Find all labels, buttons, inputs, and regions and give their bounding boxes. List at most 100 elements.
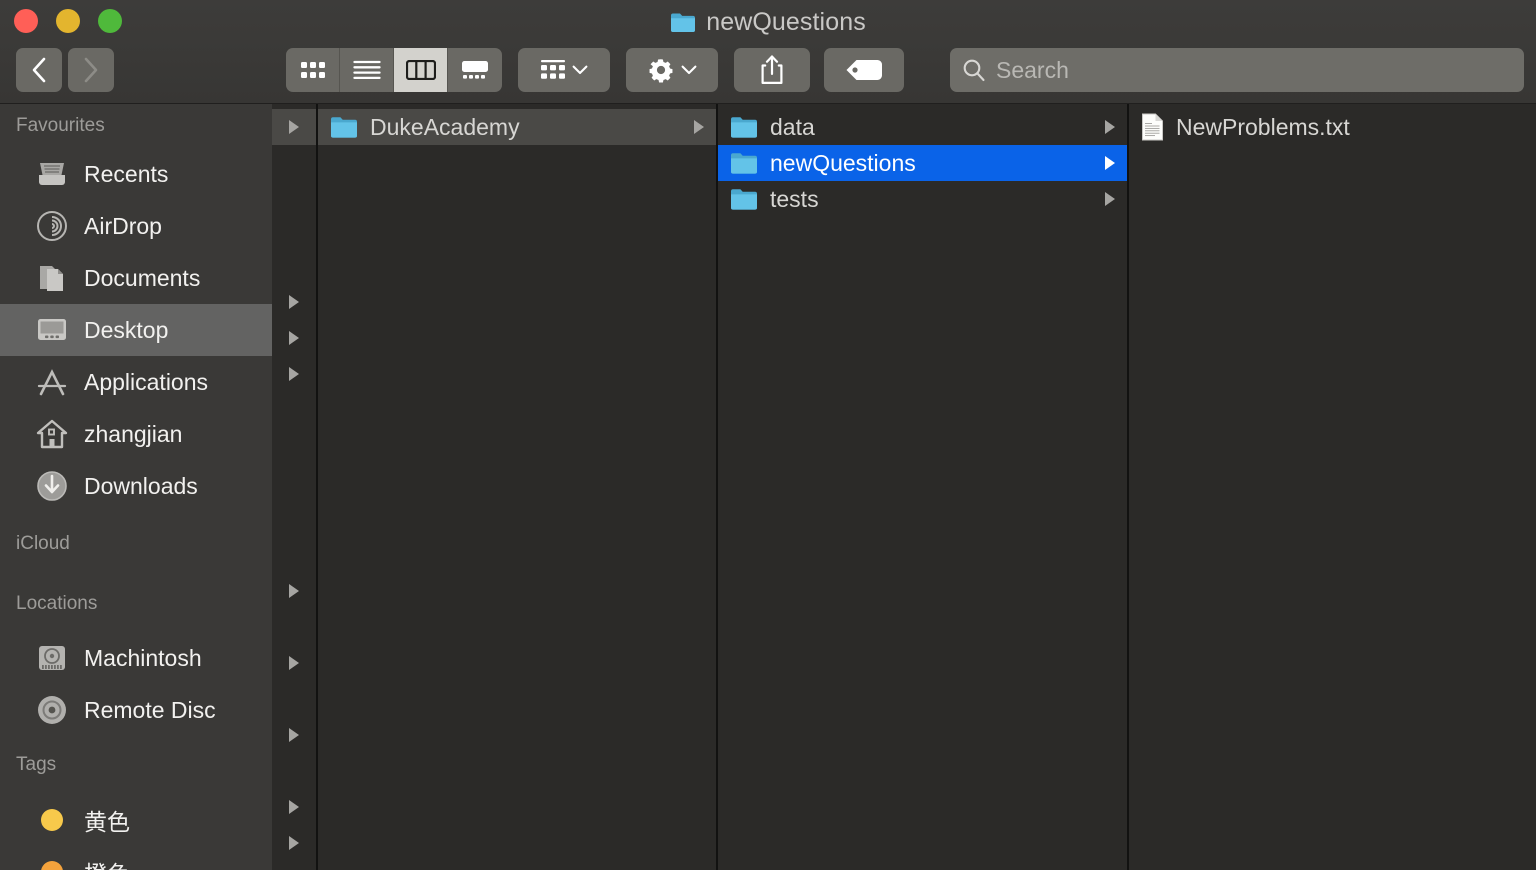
recents-icon [34,158,70,190]
window-title-text: newQuestions [706,7,866,36]
sidebar-item-zhangjian[interactable]: zhangjian [0,408,272,460]
column-row-label: tests [770,185,819,212]
sidebar-header-locations: Locations [16,593,98,614]
desktop-icon [34,314,70,346]
tag-dot-icon [34,804,70,836]
triangle-right-icon [289,120,299,134]
column-row-tests[interactable]: tests [718,181,1127,217]
sidebar-item-documents[interactable]: Documents [0,252,272,304]
text-document-icon [1142,113,1163,141]
sidebar-item-airdrop[interactable]: AirDrop [0,200,272,252]
disclosure-arrow[interactable] [272,109,316,145]
search-field[interactable]: Search [950,48,1524,92]
home-icon [34,418,70,450]
folder-icon [731,152,757,174]
sidebar-section-icloud: iCloud [0,512,272,576]
disclosure-arrow[interactable] [272,320,316,356]
forward-button[interactable] [68,48,114,92]
window-title: newQuestions [0,4,1536,40]
icon-view-button[interactable] [286,48,340,92]
sidebar-item-label: 黄色 [84,809,130,835]
sidebar-item-desktop[interactable]: Desktop [0,304,272,356]
chevron-right-icon [84,57,98,83]
tag-icon [846,60,882,80]
finder-window: newQuestions Search Favourites Recents A… [0,0,1536,870]
triangle-right-icon [289,800,299,814]
column-row-newproblems[interactable]: NewProblems.txt [1129,109,1536,145]
view-mode-segmented-control [286,48,502,92]
column-row-label: NewProblems.txt [1176,113,1350,140]
documents-icon [34,262,70,294]
sidebar-header-favourites: Favourites [16,115,105,136]
column-row-data[interactable]: data [718,109,1127,145]
sidebar-item-downloads[interactable]: Downloads [0,460,272,512]
grid-icon [300,62,325,78]
disclosure-arrow[interactable] [272,284,316,320]
disclosure-arrow[interactable] [272,573,316,609]
applications-icon [34,366,70,398]
triangle-right-icon [289,836,299,850]
column-row-label: newQuestions [770,149,916,176]
action-menu-button[interactable] [626,48,718,92]
nav-buttons [16,48,114,92]
folder-icon [671,13,696,32]
column-ancestors[interactable] [272,104,316,870]
airdrop-icon [34,210,70,242]
triangle-right-icon [289,367,299,381]
group-icon [541,60,565,79]
sidebar-item-tag-yellow[interactable]: 黄色 [0,794,272,846]
tags-button[interactable] [824,48,904,92]
sidebar-item-remote-disc[interactable]: Remote Disc [0,684,272,736]
column-newquestions-contents[interactable]: NewProblems.txt [1129,104,1536,870]
triangle-right-icon [289,331,299,345]
column-folder-contents[interactable]: data newQuestions tests [718,104,1127,870]
disclosure-arrow[interactable] [272,825,316,861]
harddisk-icon [34,642,70,674]
disclosure-arrow[interactable] [272,356,316,392]
column-dukeacademy[interactable]: DukeAcademy [318,104,716,870]
sidebar-item-applications[interactable]: Applications [0,356,272,408]
back-button[interactable] [16,48,62,92]
share-icon [761,55,783,84]
folder-icon [331,116,357,138]
chevron-right-icon [1103,119,1117,135]
column-row-label: data [770,113,815,140]
triangle-right-icon [289,728,299,742]
sidebar-item-machintosh[interactable]: Machintosh [0,632,272,684]
disc-icon [34,694,70,726]
group-by-button[interactable] [518,48,610,92]
sidebar-item-label: Machintosh [84,644,202,671]
column-row-label: DukeAcademy [370,113,520,140]
disclosure-arrow[interactable] [272,789,316,825]
disclosure-arrow[interactable] [272,645,316,681]
gear-icon [649,59,673,83]
chevron-down-icon [572,65,588,75]
list-view-button[interactable] [340,48,394,92]
column-view-button[interactable] [394,48,448,92]
tag-dot-icon [34,856,70,870]
columns-icon [405,60,436,80]
chevron-left-icon [32,57,46,83]
folder-icon [731,116,757,138]
sidebar-item-tag-orange[interactable]: 橙色 [0,846,272,870]
sidebar-header-icloud: iCloud [16,533,70,554]
gallery-view-button[interactable] [448,48,502,92]
disclosure-arrow[interactable] [272,861,316,870]
sidebar-item-label: AirDrop [84,212,162,239]
title-bar: newQuestions Search [0,0,1536,104]
share-button[interactable] [734,48,810,92]
chevron-down-icon [681,65,697,75]
sidebar-item-label: Applications [84,368,209,395]
chevron-right-icon [1103,155,1117,171]
downloads-icon [34,470,70,502]
sidebar-item-recents[interactable]: Recents [0,148,272,200]
sidebar[interactable]: Favourites Recents AirDrop Documents Des… [0,104,272,870]
sidebar-item-label: Recents [84,160,169,187]
sidebar-item-label: Documents [84,264,201,291]
column-row-dukeacademy[interactable]: DukeAcademy [318,109,716,145]
column-row-newquestions[interactable]: newQuestions [718,145,1127,181]
sidebar-section-favourites: Favourites [0,104,272,148]
disclosure-arrow[interactable] [272,717,316,753]
sidebar-header-tags: Tags [16,754,57,775]
triangle-right-icon [289,584,299,598]
